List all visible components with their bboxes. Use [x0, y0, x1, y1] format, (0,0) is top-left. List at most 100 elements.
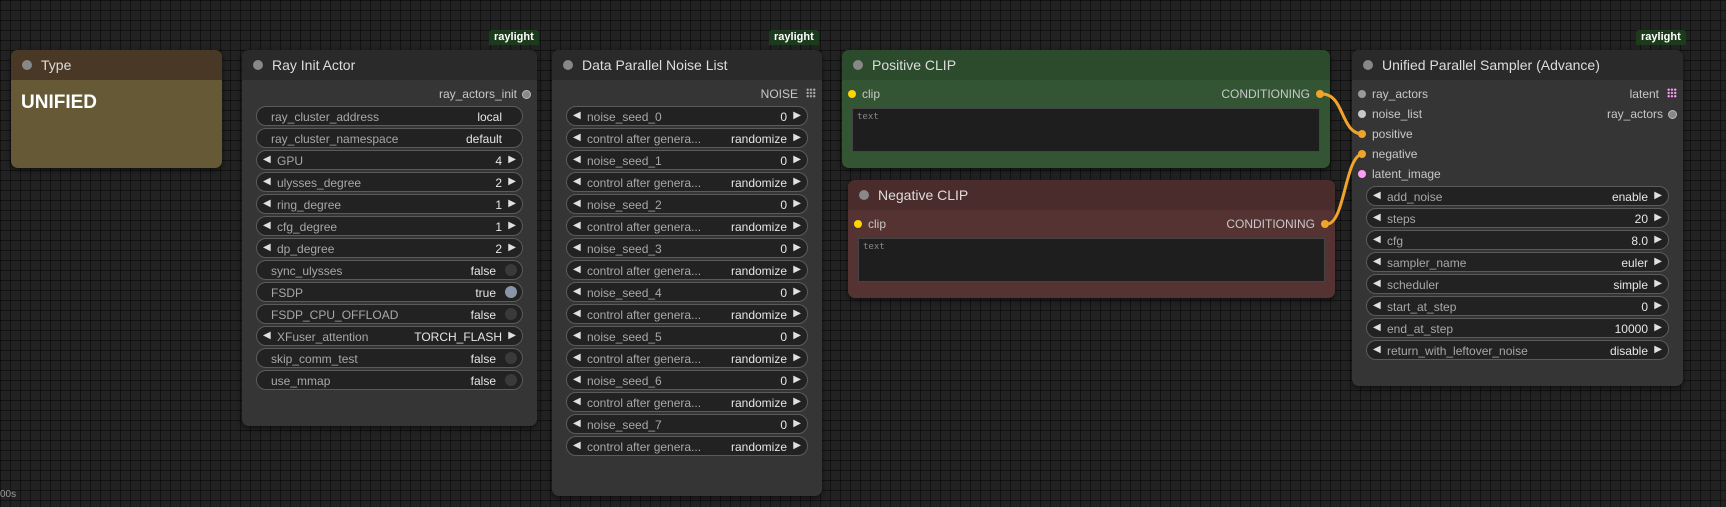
toggle-knob-icon[interactable]	[505, 352, 517, 364]
increment-arrow-icon[interactable]: ▶	[793, 308, 801, 319]
decrement-arrow-icon[interactable]: ◀	[573, 308, 581, 319]
latent-port-icon[interactable]	[1358, 170, 1366, 178]
type-node[interactable]: Type UNIFIED	[11, 50, 222, 168]
increment-arrow-icon[interactable]: ▶	[793, 110, 801, 121]
output-latent[interactable]: latent	[1523, 84, 1683, 104]
widget-xfuser-attention[interactable]: ◀ XFuser_attention TORCH_FLASH ▶	[256, 326, 523, 346]
increment-arrow-icon[interactable]: ▶	[793, 286, 801, 297]
noise-list-node[interactable]: Data Parallel Noise List NOISE ◀ noise_se…	[552, 50, 822, 496]
output-port-icon[interactable]	[1668, 110, 1677, 119]
increment-arrow-icon[interactable]: ▶	[1654, 256, 1662, 267]
input-positive[interactable]: positive	[1352, 124, 1683, 144]
collapse-dot-icon[interactable]	[1363, 60, 1373, 70]
widget-noise-seed-1[interactable]: ◀ noise_seed_1 0 ▶	[566, 150, 808, 170]
ray-init-actor-node[interactable]: Ray Init Actor ray_actors_init ray_clust…	[242, 50, 537, 426]
negative-clip-node[interactable]: Negative CLIP clip CONDITIONING text	[848, 180, 1335, 298]
decrement-arrow-icon[interactable]: ◀	[573, 110, 581, 121]
widget-return-with-leftover-noise[interactable]: ◀ return_with_leftover_noise disable ▶	[1366, 340, 1669, 360]
widget-dp-degree[interactable]: ◀ dp_degree 2 ▶	[256, 238, 523, 258]
increment-arrow-icon[interactable]: ▶	[793, 132, 801, 143]
decrement-arrow-icon[interactable]: ◀	[1373, 256, 1381, 267]
increment-arrow-icon[interactable]: ▶	[793, 418, 801, 429]
widget-control-after-genera[interactable]: ◀ control after genera... randomize ▶	[566, 348, 808, 368]
input-port-icon[interactable]	[1358, 90, 1366, 98]
decrement-arrow-icon[interactable]: ◀	[263, 330, 271, 341]
widget-control-after-genera[interactable]: ◀ control after genera... randomize ▶	[566, 216, 808, 236]
output-conditioning[interactable]: CONDITIONING	[848, 214, 1335, 234]
collapse-dot-icon[interactable]	[22, 60, 32, 70]
decrement-arrow-icon[interactable]: ◀	[573, 440, 581, 451]
collapse-dot-icon[interactable]	[563, 60, 573, 70]
decrement-arrow-icon[interactable]: ◀	[1373, 190, 1381, 201]
widget-noise-seed-7[interactable]: ◀ noise_seed_7 0 ▶	[566, 414, 808, 434]
decrement-arrow-icon[interactable]: ◀	[263, 176, 271, 187]
conditioning-port-icon[interactable]	[1358, 150, 1366, 158]
decrement-arrow-icon[interactable]: ◀	[1373, 278, 1381, 289]
output-port-icon[interactable]	[522, 90, 531, 99]
output-ray-actors-init[interactable]: ray_actors_init	[242, 84, 537, 104]
widget-cfg[interactable]: ◀ cfg 8.0 ▶	[1366, 230, 1669, 250]
widget-control-after-genera[interactable]: ◀ control after genera... randomize ▶	[566, 392, 808, 412]
decrement-arrow-icon[interactable]: ◀	[263, 220, 271, 231]
increment-arrow-icon[interactable]: ▶	[508, 330, 516, 341]
toggle-knob-icon[interactable]	[505, 264, 517, 276]
decrement-arrow-icon[interactable]: ◀	[573, 286, 581, 297]
input-latent-image[interactable]: latent_image	[1352, 164, 1683, 184]
conditioning-port-icon[interactable]	[1358, 130, 1366, 138]
increment-arrow-icon[interactable]: ▶	[793, 176, 801, 187]
widget-steps[interactable]: ◀ steps 20 ▶	[1366, 208, 1669, 228]
decrement-arrow-icon[interactable]: ◀	[1373, 234, 1381, 245]
collapse-dot-icon[interactable]	[853, 60, 863, 70]
type-node-title-bar[interactable]: Type	[11, 50, 222, 80]
decrement-arrow-icon[interactable]: ◀	[573, 352, 581, 363]
decrement-arrow-icon[interactable]: ◀	[1373, 212, 1381, 223]
conditioning-port-icon[interactable]	[1316, 90, 1324, 98]
decrement-arrow-icon[interactable]: ◀	[573, 154, 581, 165]
widget-fsdp[interactable]: FSDP true	[256, 282, 523, 302]
widget-ulysses-degree[interactable]: ◀ ulysses_degree 2 ▶	[256, 172, 523, 192]
increment-arrow-icon[interactable]: ▶	[1654, 278, 1662, 289]
widget-sampler-name[interactable]: ◀ sampler_name euler ▶	[1366, 252, 1669, 272]
decrement-arrow-icon[interactable]: ◀	[573, 374, 581, 385]
sampler-title-bar[interactable]: Unified Parallel Sampler (Advance)	[1352, 50, 1683, 80]
widget-ring-degree[interactable]: ◀ ring_degree 1 ▶	[256, 194, 523, 214]
increment-arrow-icon[interactable]: ▶	[793, 264, 801, 275]
widget-use-mmap[interactable]: use_mmap false	[256, 370, 523, 390]
decrement-arrow-icon[interactable]: ◀	[263, 154, 271, 165]
collapse-dot-icon[interactable]	[859, 190, 869, 200]
decrement-arrow-icon[interactable]: ◀	[573, 396, 581, 407]
increment-arrow-icon[interactable]: ▶	[793, 440, 801, 451]
widget-noise-seed-2[interactable]: ◀ noise_seed_2 0 ▶	[566, 194, 808, 214]
grid-port-icon[interactable]	[1667, 88, 1677, 98]
widget-skip-comm-test[interactable]: skip_comm_test false	[256, 348, 523, 368]
positive-clip-node[interactable]: Positive CLIP clip CONDITIONING text	[842, 50, 1330, 168]
widget-cfg-degree[interactable]: ◀ cfg_degree 1 ▶	[256, 216, 523, 236]
positive-text-input[interactable]: text	[852, 108, 1320, 152]
widget-noise-seed-3[interactable]: ◀ noise_seed_3 0 ▶	[566, 238, 808, 258]
increment-arrow-icon[interactable]: ▶	[1654, 212, 1662, 223]
input-negative[interactable]: negative	[1352, 144, 1683, 164]
increment-arrow-icon[interactable]: ▶	[1654, 322, 1662, 333]
increment-arrow-icon[interactable]: ▶	[508, 242, 516, 253]
widget-control-after-genera[interactable]: ◀ control after genera... randomize ▶	[566, 172, 808, 192]
widget-noise-seed-0[interactable]: ◀ noise_seed_0 0 ▶	[566, 106, 808, 126]
toggle-knob-icon[interactable]	[505, 308, 517, 320]
widget-control-after-genera[interactable]: ◀ control after genera... randomize ▶	[566, 260, 808, 280]
increment-arrow-icon[interactable]: ▶	[793, 330, 801, 341]
increment-arrow-icon[interactable]: ▶	[793, 242, 801, 253]
widget-ray-cluster-address[interactable]: ray_cluster_address local	[256, 106, 523, 126]
output-conditioning[interactable]: CONDITIONING	[842, 84, 1330, 104]
graph-canvas[interactable]: Type UNIFIED raylight Ray Init Actor ray…	[0, 0, 1726, 507]
increment-arrow-icon[interactable]: ▶	[508, 198, 516, 209]
decrement-arrow-icon[interactable]: ◀	[573, 176, 581, 187]
decrement-arrow-icon[interactable]: ◀	[1373, 344, 1381, 355]
input-port-icon[interactable]	[1358, 110, 1366, 118]
widget-add-noise[interactable]: ◀ add_noise enable ▶	[1366, 186, 1669, 206]
widget-start-at-step[interactable]: ◀ start_at_step 0 ▶	[1366, 296, 1669, 316]
toggle-knob-icon[interactable]	[505, 374, 517, 386]
decrement-arrow-icon[interactable]: ◀	[573, 418, 581, 429]
decrement-arrow-icon[interactable]: ◀	[263, 242, 271, 253]
increment-arrow-icon[interactable]: ▶	[793, 198, 801, 209]
negative-clip-title-bar[interactable]: Negative CLIP	[848, 180, 1335, 210]
decrement-arrow-icon[interactable]: ◀	[573, 198, 581, 209]
